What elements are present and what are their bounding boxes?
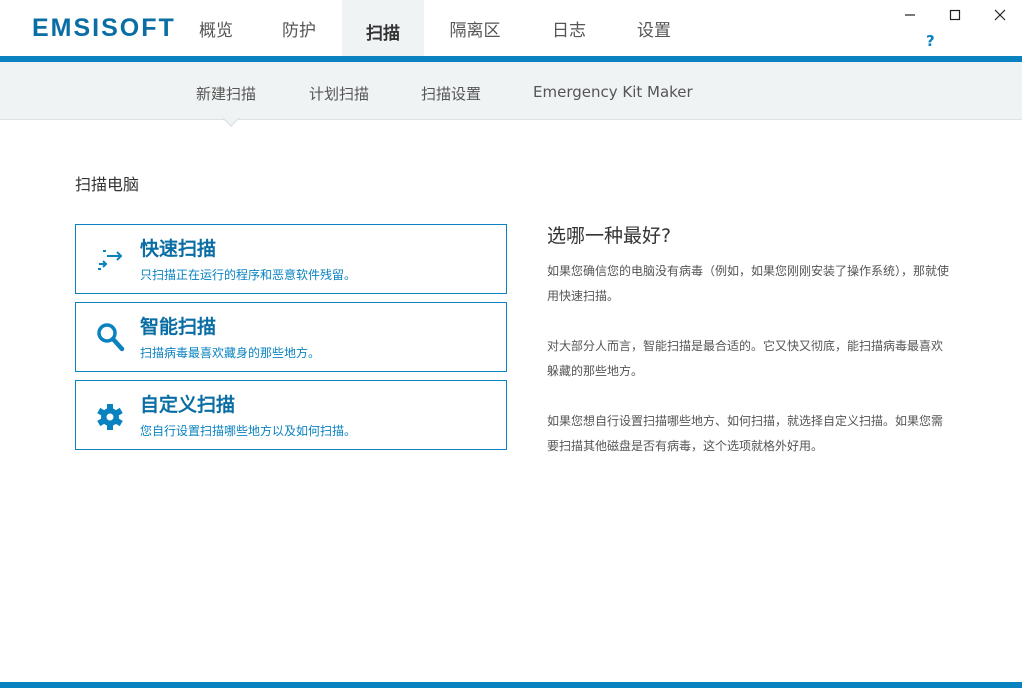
smart-scan-title: 智能扫描 (140, 316, 217, 338)
app-header: EMSISOFT 概览 防护 扫描 隔离区 日志 设置 ? (0, 0, 1022, 62)
quick-scan-button[interactable]: 快速扫描 只扫描正在运行的程序和恶意软件残留。 (75, 224, 507, 294)
maximize-button[interactable] (932, 0, 977, 30)
subtab-scheduled-scan[interactable]: 计划扫描 (309, 83, 369, 104)
minimize-icon (904, 14, 915, 16)
tab-overview[interactable]: 概览 (176, 0, 256, 56)
window-controls (887, 0, 1022, 30)
main-tabs: 概览 防护 扫描 隔离区 日志 设置 (176, 0, 696, 62)
page-title: 扫描电脑 (75, 175, 140, 194)
sub-navigation: 新建扫描 计划扫描 扫描设置 Emergency Kit Maker (0, 62, 1022, 120)
help-paragraph-smart: 对大部分人而言，智能扫描是最合适的。它又快又彻底，能扫描病毒最喜欢躲藏的那些地方… (547, 339, 944, 378)
tab-scan[interactable]: 扫描 (342, 0, 424, 62)
tab-quarantine[interactable]: 隔离区 (424, 0, 526, 56)
close-button[interactable] (977, 0, 1022, 30)
tab-settings[interactable]: 设置 (612, 0, 696, 56)
help-paragraph-quick: 如果您确信您的电脑没有病毒（例如，如果您刚刚安装了操作系统），那就使用快速扫描。 (547, 264, 950, 303)
subtab-scan-settings[interactable]: 扫描设置 (421, 83, 481, 104)
custom-scan-title: 自定义扫描 (140, 394, 236, 416)
tab-protection[interactable]: 防护 (256, 0, 342, 56)
quick-scan-title: 快速扫描 (140, 238, 217, 260)
custom-scan-button[interactable]: 自定义扫描 您自行设置扫描哪些地方以及如何扫描。 (75, 380, 507, 450)
subtab-emergency-kit-maker[interactable]: Emergency Kit Maker (533, 83, 693, 101)
footer-accent-line (0, 682, 1022, 688)
minimize-button[interactable] (887, 0, 932, 30)
subtab-new-scan[interactable]: 新建扫描 (196, 83, 256, 104)
smart-scan-button[interactable]: 智能扫描 扫描病毒最喜欢藏身的那些地方。 (75, 302, 507, 372)
tab-logs[interactable]: 日志 (526, 0, 612, 56)
search-icon (97, 323, 125, 352)
quick-scan-description: 只扫描正在运行的程序和恶意软件残留。 (140, 268, 357, 282)
close-icon (994, 9, 1005, 21)
custom-scan-description: 您自行设置扫描哪些地方以及如何扫描。 (140, 424, 357, 438)
smart-scan-description: 扫描病毒最喜欢藏身的那些地方。 (140, 346, 321, 360)
maximize-icon (949, 9, 960, 21)
help-paragraph-custom: 如果您想自行设置扫描哪些地方、如何扫描，就选择自定义扫描。如果您需要扫描其他磁盘… (547, 414, 944, 453)
help-panel-title: 选哪一种最好? (547, 225, 672, 247)
quick-scan-icon (98, 250, 123, 270)
help-button[interactable]: ? (926, 32, 935, 50)
active-subtab-pointer (222, 117, 240, 127)
emsisoft-logo: EMSISOFT (32, 14, 176, 42)
gear-icon (97, 404, 123, 430)
